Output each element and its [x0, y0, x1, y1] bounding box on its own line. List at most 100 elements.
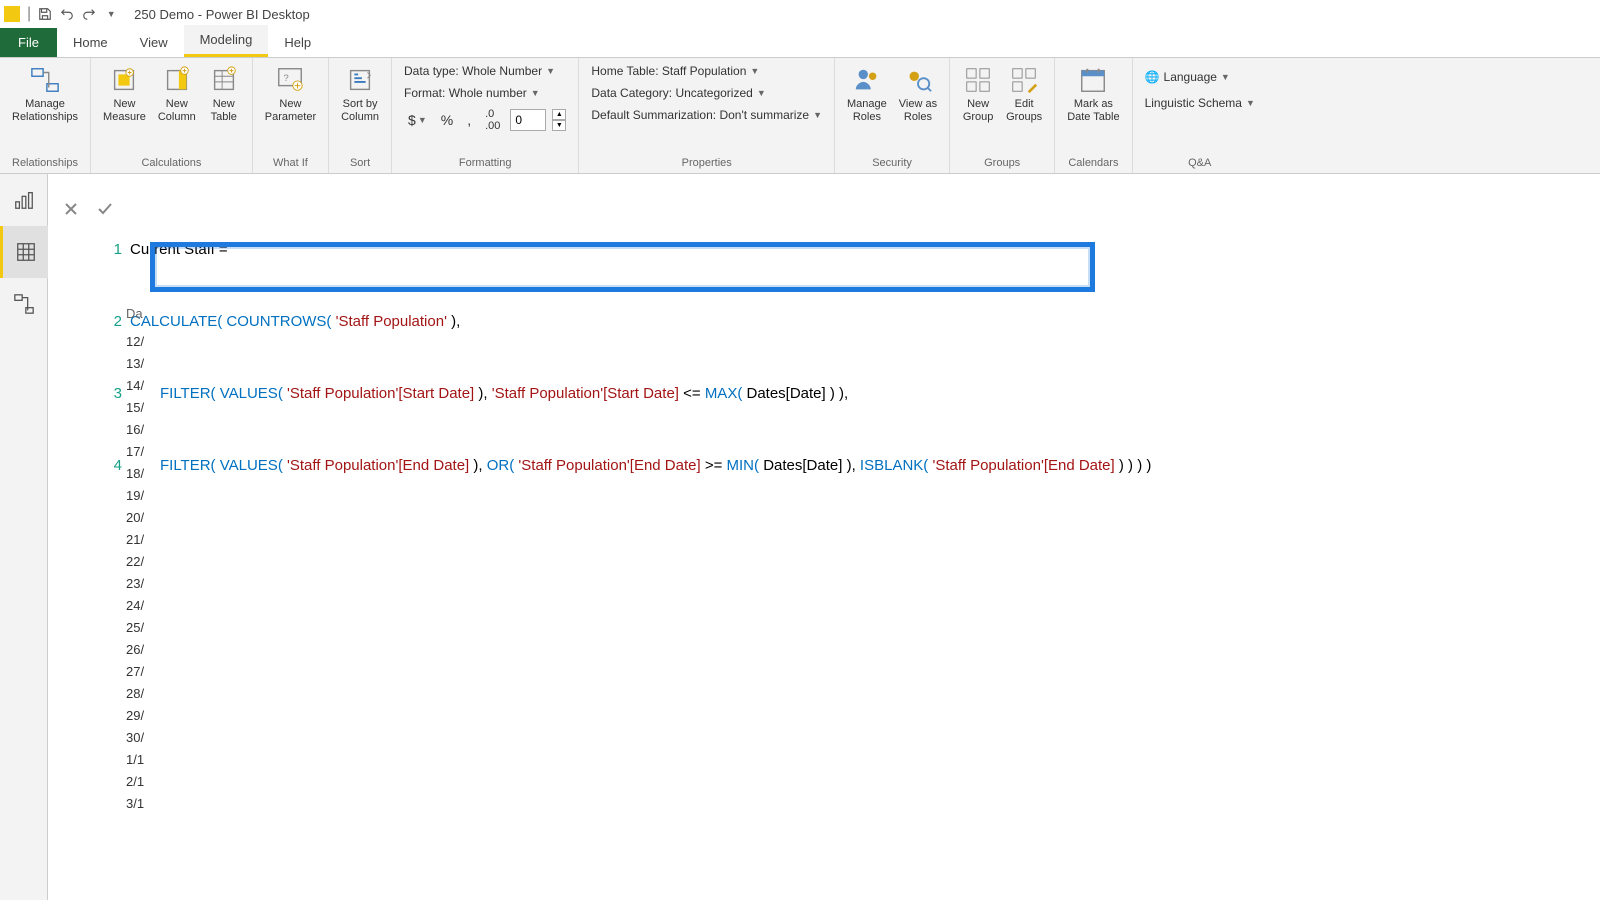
group-qa: 🌐 Language ▼ Linguistic Schema ▼ Q&A — [1133, 58, 1267, 173]
table-icon — [208, 64, 240, 96]
table-row[interactable]: 14/ — [126, 378, 144, 400]
table-row[interactable]: 28/ — [126, 686, 144, 708]
table-row[interactable]: 24/ — [126, 598, 144, 620]
sort-icon — [344, 64, 376, 96]
chevron-down-icon: ▼ — [750, 66, 759, 76]
chevron-down-icon: ▼ — [1221, 72, 1230, 82]
table-row[interactable]: 3/1 — [126, 796, 144, 818]
measure-icon — [108, 64, 140, 96]
redo-icon[interactable] — [78, 3, 100, 25]
group-security: Manage Roles View as Roles Security — [835, 58, 950, 173]
datatype-dropdown[interactable]: Data type: Whole Number ▼ — [398, 62, 572, 80]
currency-button[interactable]: $▼ — [404, 110, 431, 130]
undo-icon[interactable] — [56, 3, 78, 25]
linguistic-schema-dropdown[interactable]: Linguistic Schema ▼ — [1139, 94, 1261, 112]
cancel-formula-button[interactable] — [58, 196, 84, 222]
view-roles-icon — [902, 64, 934, 96]
save-icon[interactable] — [34, 3, 56, 25]
mark-as-date-table-button[interactable]: Mark as Date Table — [1061, 62, 1125, 126]
group-properties: Home Table: Staff Population ▼ Data Cate… — [579, 58, 835, 173]
group-calendars: Mark as Date Table Calendars — [1055, 58, 1132, 173]
table-row[interactable]: 15/ — [126, 400, 144, 422]
file-tab[interactable]: File — [0, 28, 57, 57]
calendar-icon — [1077, 64, 1109, 96]
group-groups: New Group Edit Groups Groups — [950, 58, 1055, 173]
ribbon-tabs: File Home View Modeling Help — [0, 28, 1600, 58]
thousands-button[interactable]: , — [463, 110, 475, 130]
content-area: Date 1/06/ 1Current Staff = 2CALCULATE( … — [48, 174, 1600, 900]
chevron-down-icon: ▼ — [546, 66, 555, 76]
new-parameter-button[interactable]: ? New Parameter — [259, 62, 322, 126]
new-table-button[interactable]: New Table — [202, 62, 246, 126]
tab-help[interactable]: Help — [268, 28, 327, 57]
decimals-input[interactable] — [510, 109, 546, 131]
table-row[interactable]: 17/ — [126, 444, 144, 466]
new-group-button[interactable]: New Group — [956, 62, 1000, 126]
table-row[interactable]: 27/ — [126, 664, 144, 686]
table-row[interactable]: 30/ — [126, 730, 144, 752]
home-table-dropdown[interactable]: Home Table: Staff Population ▼ — [585, 62, 828, 80]
commit-formula-button[interactable] — [92, 196, 118, 222]
svg-text:?: ? — [284, 73, 289, 83]
language-dropdown[interactable]: 🌐 Language ▼ — [1139, 68, 1261, 86]
group-calculations: New Measure New Column New Table Calcula… — [91, 58, 253, 173]
percent-button[interactable]: % — [437, 110, 457, 130]
format-dropdown[interactable]: Format: Whole number ▼ — [398, 84, 572, 102]
parameter-icon: ? — [274, 64, 306, 96]
qat-separator: | — [27, 5, 31, 23]
default-summarization-dropdown[interactable]: Default Summarization: Don't summarize ▼ — [585, 106, 828, 124]
relationships-icon — [29, 64, 61, 96]
decimals-icon: .0.00 — [481, 106, 504, 134]
qat-customize-icon[interactable]: ▼ — [100, 3, 122, 25]
table-row[interactable]: 29/ — [126, 708, 144, 730]
app-icon — [4, 6, 20, 22]
table-row[interactable]: 18/ — [126, 466, 144, 488]
table-row[interactable]: 26/ — [126, 642, 144, 664]
table-row[interactable]: 23/ — [126, 576, 144, 598]
tab-home[interactable]: Home — [57, 28, 124, 57]
new-column-button[interactable]: New Column — [152, 62, 202, 126]
chevron-down-icon: ▼ — [757, 88, 766, 98]
table-row[interactable]: 12/ — [126, 334, 144, 356]
tab-modeling[interactable]: Modeling — [184, 25, 269, 57]
edit-groups-button[interactable]: Edit Groups — [1000, 62, 1048, 126]
sort-by-column-button[interactable]: Sort by Column — [335, 62, 385, 126]
report-view-button[interactable] — [0, 174, 48, 226]
new-measure-button[interactable]: New Measure — [97, 62, 152, 126]
table-row[interactable]: 16/ — [126, 422, 144, 444]
dax-editor[interactable]: 1Current Staff = 2CALCULATE( COUNTROWS( … — [108, 190, 1592, 526]
table-row[interactable]: 21/ — [126, 532, 144, 554]
column-icon — [161, 64, 193, 96]
table-row[interactable]: 2/1 — [126, 774, 144, 796]
window-title: 250 Demo - Power BI Desktop — [134, 7, 310, 22]
title-bar: | ▼ 250 Demo - Power BI Desktop — [0, 0, 1600, 28]
grid-column-header[interactable]: Da — [126, 306, 143, 321]
data-category-dropdown[interactable]: Data Category: Uncategorized ▼ — [585, 84, 828, 102]
ribbon: Manage Relationships Relationships New M… — [0, 58, 1600, 174]
table-row[interactable]: 13/ — [126, 356, 144, 378]
table-row[interactable]: 22/ — [126, 554, 144, 576]
table-row[interactable]: 20/ — [126, 510, 144, 532]
new-group-icon — [962, 64, 994, 96]
group-sort: Sort by Column Sort — [329, 58, 392, 173]
group-formatting: Data type: Whole Number ▼ Format: Whole … — [392, 58, 579, 173]
chevron-down-icon: ▼ — [1246, 98, 1255, 108]
manage-relationships-button[interactable]: Manage Relationships — [6, 62, 84, 126]
manage-roles-button[interactable]: Manage Roles — [841, 62, 893, 126]
data-view-button[interactable] — [0, 226, 48, 278]
chevron-down-icon: ▼ — [813, 110, 822, 120]
model-view-button[interactable] — [0, 278, 48, 330]
group-relationships: Manage Relationships Relationships — [0, 58, 91, 173]
table-row[interactable]: 25/ — [126, 620, 144, 642]
decimals-spinner[interactable]: ▲▼ — [552, 109, 566, 131]
table-row[interactable]: 1/1 — [126, 752, 144, 774]
chevron-down-icon: ▼ — [531, 88, 540, 98]
view-rail — [0, 174, 48, 900]
edit-groups-icon — [1008, 64, 1040, 96]
grid-rows: 12/13/14/15/16/17/18/19/20/21/22/23/24/2… — [126, 334, 144, 818]
tab-view[interactable]: View — [124, 28, 184, 57]
roles-icon — [851, 64, 883, 96]
table-row[interactable]: 19/ — [126, 488, 144, 510]
formula-bar[interactable]: 1Current Staff = 2CALCULATE( COUNTROWS( … — [108, 190, 1592, 526]
view-as-roles-button[interactable]: View as Roles — [893, 62, 943, 126]
